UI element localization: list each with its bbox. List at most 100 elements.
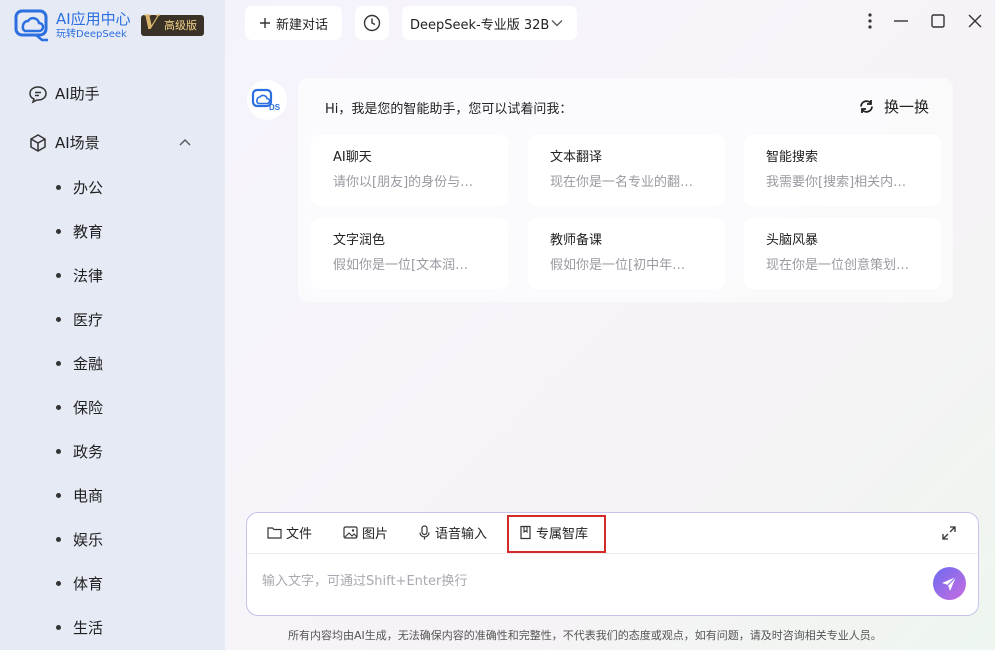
scene-item-insurance[interactable]: 保险 [56, 397, 103, 418]
scene-item-entertainment[interactable]: 娱乐 [56, 529, 103, 550]
card-title: 教师备课 [550, 233, 603, 248]
avatar-text: DS [269, 103, 281, 112]
logo-icon [14, 9, 48, 42]
suggestion-card[interactable]: 文字润色 假如你是一位[文本润… [311, 218, 508, 289]
chat-bubble-icon [29, 85, 47, 103]
scene-label: 体育 [73, 575, 104, 593]
scene-label: 金融 [73, 355, 104, 373]
maximize-icon[interactable] [929, 12, 947, 30]
paper-plane-icon [942, 576, 957, 591]
bullet [56, 185, 61, 190]
refresh-icon [860, 100, 873, 113]
chevron-up-icon[interactable] [178, 137, 192, 147]
bullet [56, 405, 61, 410]
suggestion-card[interactable]: 文本翻译 现在你是一名专业的翻… [528, 135, 725, 206]
scene-label: 医疗 [73, 311, 104, 329]
more-icon[interactable] [861, 12, 879, 30]
model-label: DeepSeek-专业版 32B [410, 17, 550, 33]
ds-logo-icon: DS [251, 88, 281, 112]
suggestion-card[interactable]: 头脑风暴 现在你是一位创意策划… [744, 218, 941, 289]
card-title: AI聊天 [333, 150, 372, 165]
microphone-icon [419, 524, 430, 539]
sidebar: AI应用中心 玩转DeepSeek V 高级版 AI助手 AI场景 办公 教育 … [0, 0, 225, 650]
folder-icon [267, 526, 282, 539]
file-button[interactable]: 文件 [267, 522, 312, 542]
scene-item-medical[interactable]: 医疗 [56, 309, 103, 330]
sidebar-item-ai-scenes[interactable]: AI场景 [28, 132, 100, 153]
card-desc: 假如你是一位[文本润… [333, 258, 469, 273]
scene-item-government[interactable]: 政务 [56, 441, 103, 462]
card-title: 智能搜索 [766, 150, 819, 165]
card-desc: 假如你是一位[初中年… [550, 258, 686, 273]
bullet [56, 625, 61, 630]
card-title: 文本翻译 [550, 150, 603, 165]
highlight-box [507, 515, 606, 553]
app-title: AI应用中心 [56, 10, 131, 28]
scene-label: 法律 [73, 267, 104, 285]
greeting-text: Hi，我是您的智能助手，您可以试着问我： [325, 102, 573, 117]
suggestion-card[interactable]: AI聊天 请你以[朋友]的身份与… [311, 135, 508, 206]
badge-letter: V [143, 10, 159, 34]
suggestion-card[interactable]: 智能搜索 我需要你[搜索]相关内… [744, 135, 941, 206]
scene-item-finance[interactable]: 金融 [56, 353, 103, 374]
sidebar-item-label: AI助手 [55, 85, 100, 103]
model-select[interactable]: DeepSeek-专业版 32B [402, 6, 577, 40]
scene-label: 教育 [73, 223, 104, 241]
chevron-down-icon [551, 20, 563, 27]
refresh-button[interactable]: 换一换 [858, 96, 929, 117]
card-desc: 我需要你[搜索]相关内… [766, 175, 907, 190]
bullet [56, 229, 61, 234]
expand-icon[interactable] [941, 525, 957, 541]
bullet [56, 317, 61, 322]
image-label: 图片 [362, 526, 389, 542]
scene-item-office[interactable]: 办公 [56, 177, 103, 198]
scene-item-law[interactable]: 法律 [56, 265, 103, 286]
scene-item-sports[interactable]: 体育 [56, 573, 103, 594]
card-title: 头脑风暴 [766, 233, 819, 248]
bullet [56, 449, 61, 454]
app-logo: AI应用中心 玩转DeepSeek [14, 9, 131, 42]
scene-label: 生活 [73, 619, 104, 637]
bullet [56, 493, 61, 498]
image-button[interactable]: 图片 [343, 522, 388, 542]
suggestion-card[interactable]: 教师备课 假如你是一位[初中年… [528, 218, 725, 289]
file-label: 文件 [286, 526, 313, 542]
card-title: 文字润色 [333, 233, 386, 248]
scene-item-ecommerce[interactable]: 电商 [56, 485, 103, 506]
send-button[interactable] [933, 567, 966, 600]
scene-label: 政务 [73, 443, 104, 461]
voice-input-button[interactable]: 语音输入 [418, 522, 487, 542]
voice-input-label: 语音输入 [435, 526, 488, 542]
image-icon [343, 525, 358, 539]
scene-label: 办公 [73, 179, 104, 197]
bullet [56, 581, 61, 586]
bullet [56, 273, 61, 278]
scene-item-education[interactable]: 教育 [56, 221, 103, 242]
card-desc: 现在你是一名专业的翻… [550, 175, 694, 190]
bullet [56, 537, 61, 542]
new-chat-label: 新建对话 [275, 17, 328, 33]
new-chat-button[interactable]: 新建对话 [245, 6, 342, 40]
sidebar-item-ai-assistant[interactable]: AI助手 [28, 83, 100, 104]
plus-icon [259, 18, 270, 28]
scene-label: 娱乐 [73, 531, 104, 549]
scene-label: 电商 [73, 487, 104, 505]
refresh-label: 换一换 [884, 98, 930, 116]
clock-icon [363, 14, 381, 32]
assistant-avatar: DS [247, 80, 287, 120]
minimize-icon[interactable] [892, 12, 910, 30]
composer-divider [247, 553, 978, 554]
card-desc: 请你以[朋友]的身份与… [333, 175, 474, 190]
app-subtitle: 玩转DeepSeek [56, 29, 127, 40]
sidebar-item-label: AI场景 [55, 134, 100, 152]
bullet [56, 361, 61, 366]
premium-badge: V 高级版 [141, 10, 204, 36]
scene-label: 保险 [73, 399, 104, 417]
history-button[interactable] [355, 6, 389, 40]
message-input[interactable]: 输入文字，可通过Shift+Enter换行 [262, 570, 467, 589]
disclaimer-text: 所有内容均由AI生成，无法确保内容的准确性和完整性，不代表我们的态度或观点，如有… [288, 629, 882, 642]
card-desc: 现在你是一位创意策划… [766, 258, 910, 273]
cube-icon [30, 133, 46, 152]
close-icon[interactable] [966, 12, 984, 30]
scene-item-life[interactable]: 生活 [56, 617, 103, 638]
